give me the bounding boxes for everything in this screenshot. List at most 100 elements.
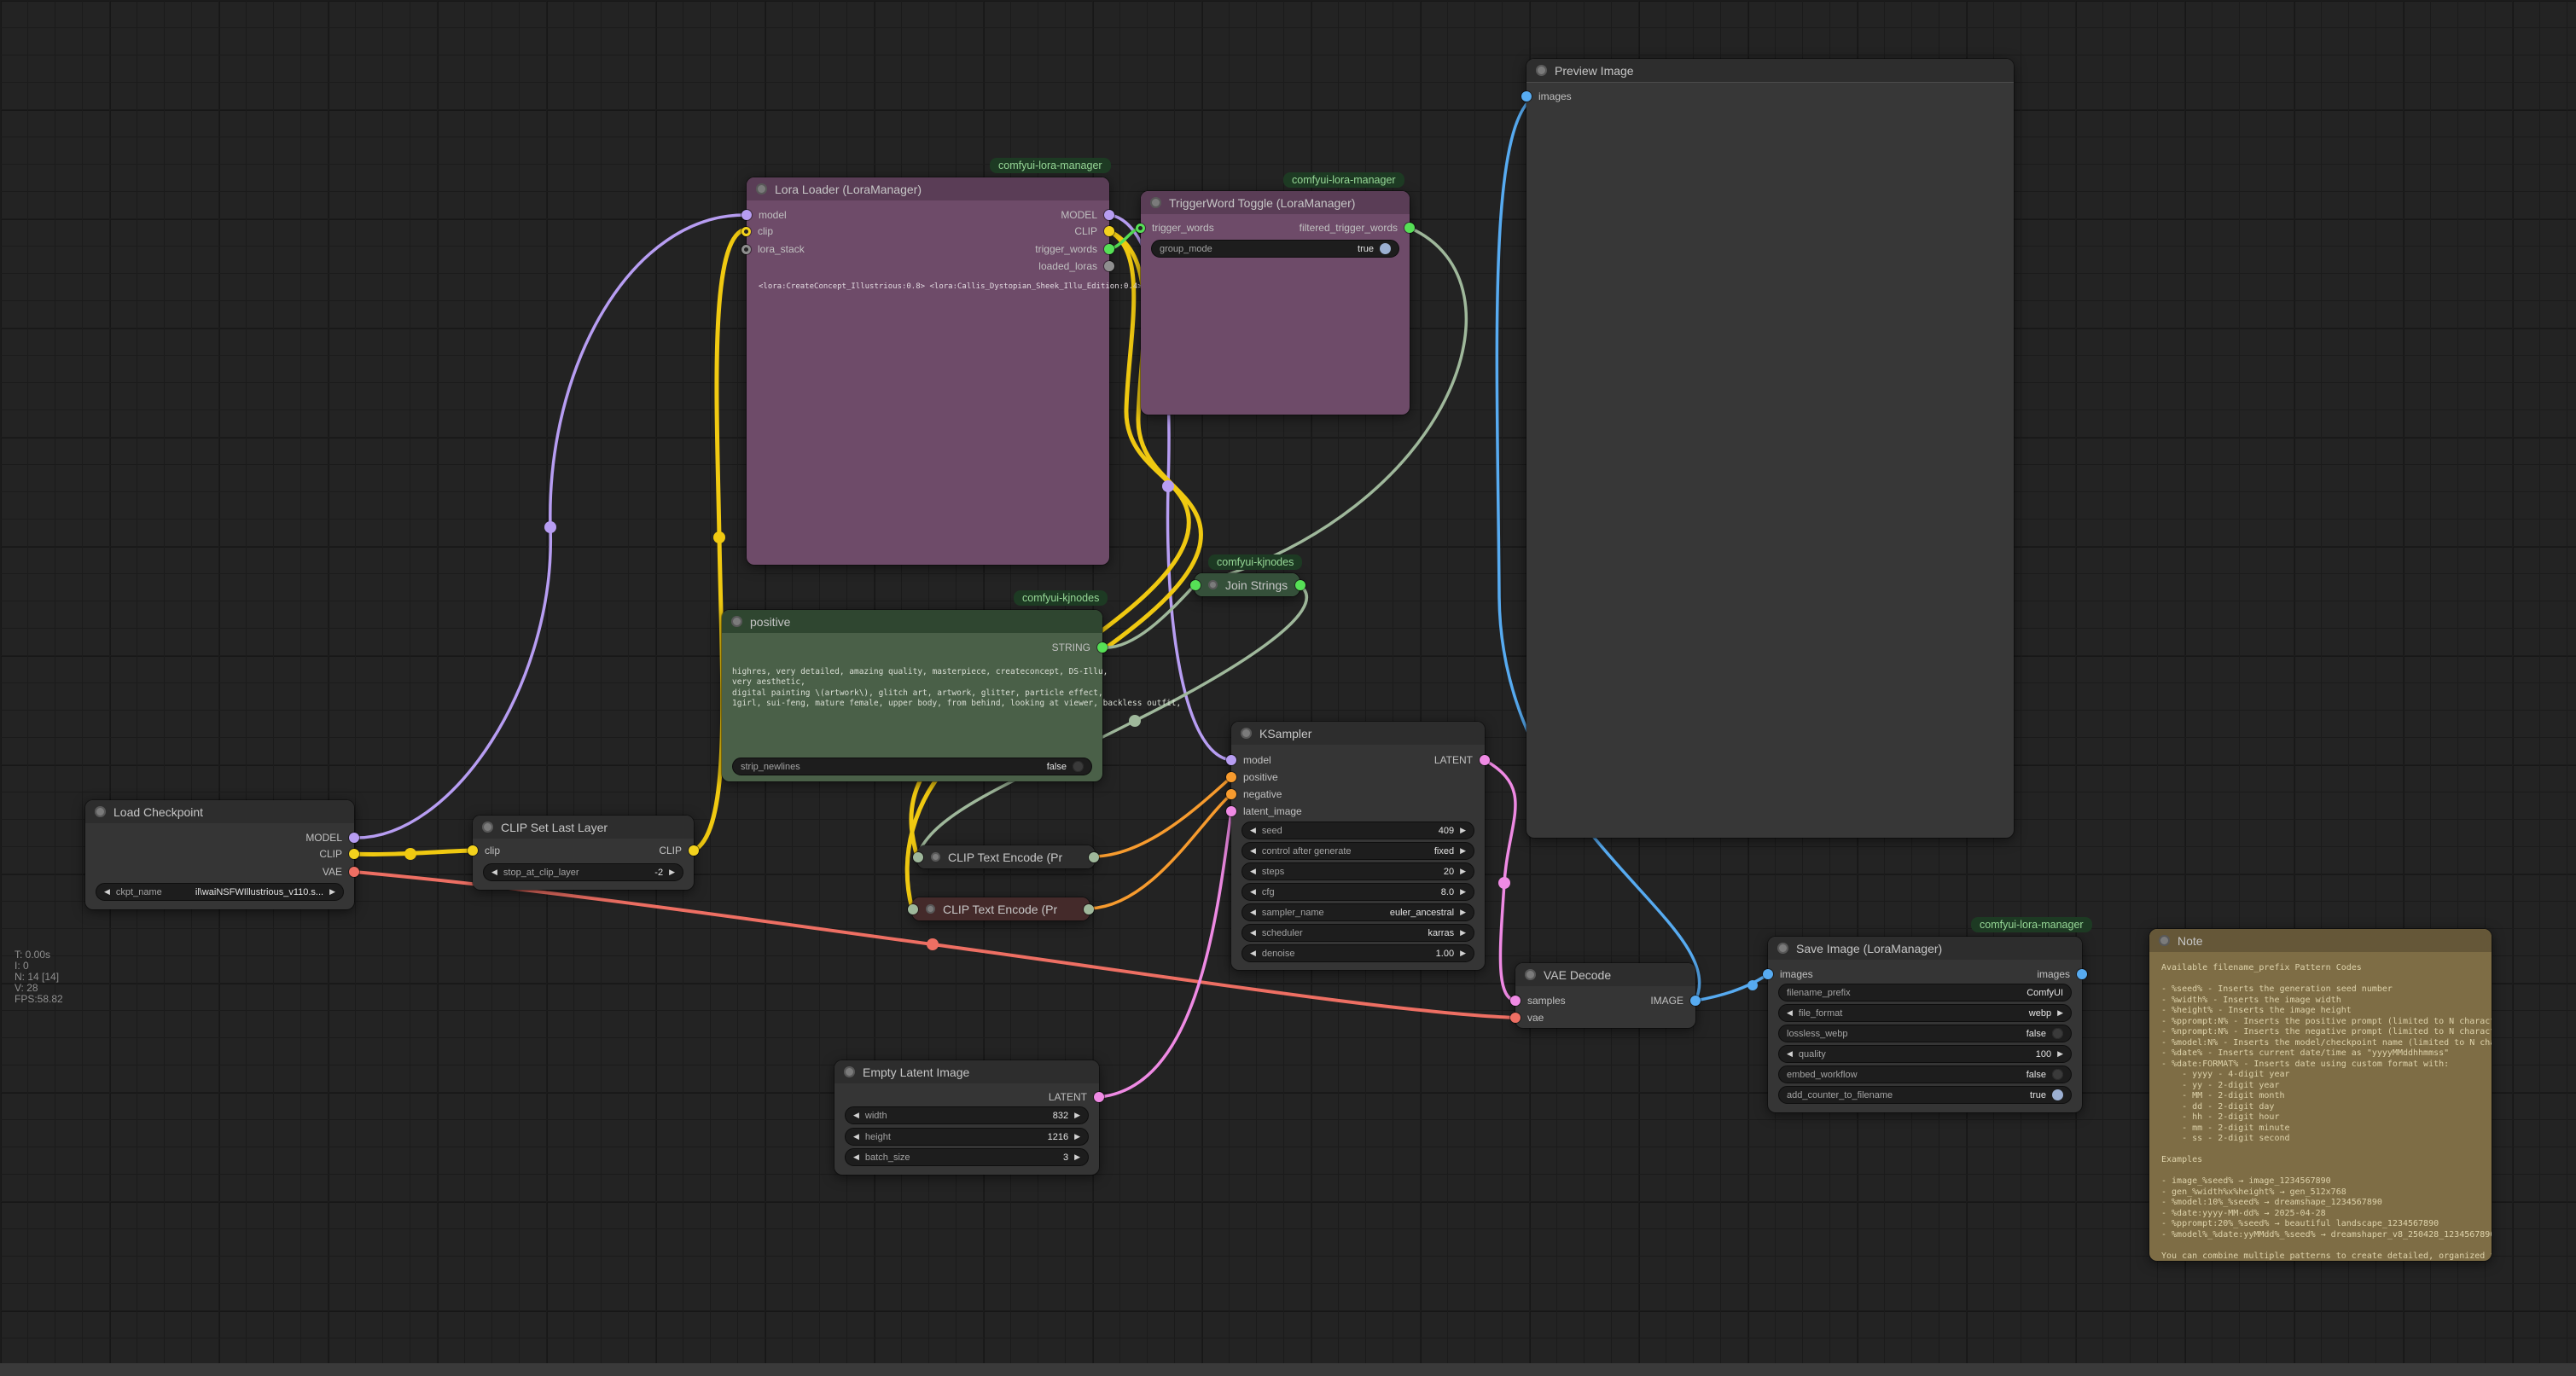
- left-arrow-icon[interactable]: ◀: [1250, 929, 1256, 937]
- output-dot-trigger-words[interactable]: [1104, 244, 1114, 254]
- input-dot-model[interactable]: [741, 210, 752, 220]
- cfg-widget[interactable]: ◀cfg8.0▶: [1241, 883, 1474, 901]
- input-dot-negative[interactable]: [1226, 789, 1236, 799]
- node-header[interactable]: TriggerWord Toggle (LoraManager): [1141, 191, 1410, 214]
- output-dot-model[interactable]: [349, 833, 359, 843]
- input-dot-clip[interactable]: [468, 845, 478, 856]
- output-dot-vae[interactable]: [349, 867, 359, 877]
- input-dot-model[interactable]: [1226, 755, 1236, 765]
- node-clip-text-encode-negative[interactable]: CLIP Text Encode (Pr: [912, 897, 1090, 920]
- node-header[interactable]: VAE Decode: [1515, 963, 1695, 986]
- node-header[interactable]: KSampler: [1231, 722, 1485, 745]
- node-graph-canvas[interactable]: comfyui-lora-manager comfyui-lora-manage…: [0, 0, 2576, 1376]
- input-dot-images[interactable]: [1521, 91, 1532, 102]
- node-header[interactable]: Preview Image: [1526, 59, 2014, 83]
- collapsed-output-dot[interactable]: [1084, 904, 1094, 914]
- collapsed-input-dot[interactable]: [913, 852, 923, 862]
- right-arrow-icon[interactable]: ▶: [1074, 1153, 1080, 1161]
- left-arrow-icon[interactable]: ◀: [1250, 847, 1256, 855]
- output-dot-images[interactable]: [2077, 969, 2087, 979]
- input-dot-images[interactable]: [1763, 969, 1773, 979]
- link-dot-model-2[interactable]: [1162, 480, 1174, 492]
- output-dot-model[interactable]: [1104, 210, 1114, 220]
- toggle-on-icon[interactable]: [1380, 243, 1391, 254]
- node-header[interactable]: CLIP Text Encode (Pr: [917, 845, 1095, 868]
- steps-widget[interactable]: ◀steps20▶: [1241, 862, 1474, 880]
- link-dot-image[interactable]: [1747, 980, 1758, 990]
- file-format-widget[interactable]: ◀file_formatwebp▶: [1778, 1004, 2072, 1022]
- denoise-widget[interactable]: ◀denoise1.00▶: [1241, 944, 1474, 962]
- node-load-checkpoint[interactable]: Load Checkpoint MODEL CLIP VAE ◀ ckpt_na…: [85, 800, 354, 909]
- right-arrow-icon[interactable]: ▶: [1460, 909, 1466, 916]
- left-arrow-icon[interactable]: ◀: [1250, 827, 1256, 834]
- add-counter-toggle-widget[interactable]: add_counter_to_filenametrue: [1778, 1086, 2072, 1104]
- right-arrow-icon[interactable]: ▶: [1460, 949, 1466, 957]
- toggle-off-icon[interactable]: [2052, 1028, 2063, 1039]
- left-arrow-icon[interactable]: ◀: [1250, 888, 1256, 896]
- output-dot-clip[interactable]: [349, 849, 359, 859]
- quality-widget[interactable]: ◀quality100▶: [1778, 1045, 2072, 1063]
- node-header[interactable]: Note: [2149, 929, 2492, 952]
- ckpt-name-widget[interactable]: ◀ ckpt_name il\waiNSFWIllustrious_v110.s…: [96, 883, 344, 901]
- left-arrow-icon[interactable]: ◀: [1787, 1009, 1793, 1017]
- left-arrow-icon[interactable]: ◀: [104, 888, 110, 896]
- stop-at-clip-layer-widget[interactable]: ◀ stop_at_clip_layer -2 ▶: [483, 863, 683, 881]
- node-header[interactable]: positive: [722, 610, 1102, 633]
- node-header[interactable]: Empty Latent Image: [834, 1060, 1099, 1083]
- link-dot-clip-1[interactable]: [404, 848, 416, 860]
- left-arrow-icon[interactable]: ◀: [491, 868, 497, 876]
- input-dot-clip[interactable]: [741, 227, 751, 236]
- batch-size-widget[interactable]: ◀batch_size3▶: [845, 1148, 1089, 1166]
- right-arrow-icon[interactable]: ▶: [2057, 1009, 2063, 1017]
- toggle-off-icon[interactable]: [2052, 1069, 2063, 1080]
- node-header[interactable]: Save Image (LoraManager): [1768, 937, 2082, 960]
- sampler-name-widget[interactable]: ◀sampler_nameeuler_ancestral▶: [1241, 903, 1474, 921]
- collapsed-input-dot[interactable]: [908, 904, 918, 914]
- link-dot-vae[interactable]: [927, 938, 939, 950]
- lora-syntax-text[interactable]: <lora:CreateConcept_Illustrious:0.8> <lo…: [759, 282, 1143, 291]
- node-clip-set-last-layer[interactable]: CLIP Set Last Layer clip CLIP ◀ stop_at_…: [473, 816, 694, 890]
- left-arrow-icon[interactable]: ◀: [1787, 1050, 1793, 1058]
- right-arrow-icon[interactable]: ▶: [669, 868, 675, 876]
- control-after-generate-widget[interactable]: ◀control after generatefixed▶: [1241, 842, 1474, 860]
- node-empty-latent-image[interactable]: Empty Latent Image LATENT ◀width832▶ ◀he…: [834, 1060, 1099, 1175]
- right-arrow-icon[interactable]: ▶: [2057, 1050, 2063, 1058]
- lossless-webp-toggle-widget[interactable]: lossless_webpfalse: [1778, 1025, 2072, 1042]
- node-lora-loader[interactable]: Lora Loader (LoraManager) model clip lor…: [747, 177, 1109, 565]
- link-dot-string[interactable]: [1129, 715, 1141, 727]
- input-dot-trigger-words[interactable]: [1136, 224, 1145, 233]
- toggle-off-icon[interactable]: [1073, 761, 1084, 772]
- prompt-text[interactable]: highres, very detailed, amazing quality,…: [732, 667, 1181, 709]
- right-arrow-icon[interactable]: ▶: [1460, 827, 1466, 834]
- right-arrow-icon[interactable]: ▶: [1074, 1133, 1080, 1141]
- node-header[interactable]: CLIP Text Encode (Pr: [912, 897, 1090, 920]
- node-save-image[interactable]: Save Image (LoraManager) images images f…: [1768, 937, 2082, 1112]
- note-text[interactable]: Available filename_prefix Pattern Codes …: [2161, 963, 2492, 1261]
- node-ksampler[interactable]: KSampler model positive negative latent_…: [1231, 722, 1485, 970]
- input-dot-lora-stack[interactable]: [741, 245, 751, 254]
- input-dot-vae[interactable]: [1510, 1013, 1521, 1023]
- horizontal-scrollbar[interactable]: [0, 1363, 2576, 1376]
- right-arrow-icon[interactable]: ▶: [1460, 929, 1466, 937]
- output-dot-clip[interactable]: [689, 845, 699, 856]
- node-clip-text-encode-positive[interactable]: CLIP Text Encode (Pr: [917, 845, 1095, 868]
- node-header[interactable]: Lora Loader (LoraManager): [747, 177, 1109, 200]
- left-arrow-icon[interactable]: ◀: [853, 1112, 859, 1119]
- width-widget[interactable]: ◀width832▶: [845, 1106, 1089, 1124]
- output-dot-string[interactable]: [1097, 642, 1108, 653]
- strip-newlines-toggle-widget[interactable]: strip_newlines false: [732, 758, 1092, 775]
- node-header[interactable]: Load Checkpoint: [85, 800, 354, 823]
- toggle-on-icon[interactable]: [2052, 1089, 2063, 1100]
- filename-prefix-widget[interactable]: filename_prefixComfyUI: [1778, 984, 2072, 1002]
- node-header[interactable]: CLIP Set Last Layer: [473, 816, 694, 839]
- left-arrow-icon[interactable]: ◀: [1250, 868, 1256, 875]
- link-dot-clip-2[interactable]: [713, 531, 725, 543]
- right-arrow-icon[interactable]: ▶: [329, 888, 335, 896]
- collapsed-output-dot[interactable]: [1089, 852, 1099, 862]
- collapsed-input-dot[interactable]: [1190, 580, 1201, 590]
- output-dot-latent[interactable]: [1094, 1092, 1104, 1102]
- link-dot-latent[interactable]: [1498, 877, 1510, 889]
- right-arrow-icon[interactable]: ▶: [1460, 868, 1466, 875]
- input-dot-latent-image[interactable]: [1226, 806, 1236, 816]
- node-vae-decode[interactable]: VAE Decode samples vae IMAGE: [1515, 963, 1695, 1028]
